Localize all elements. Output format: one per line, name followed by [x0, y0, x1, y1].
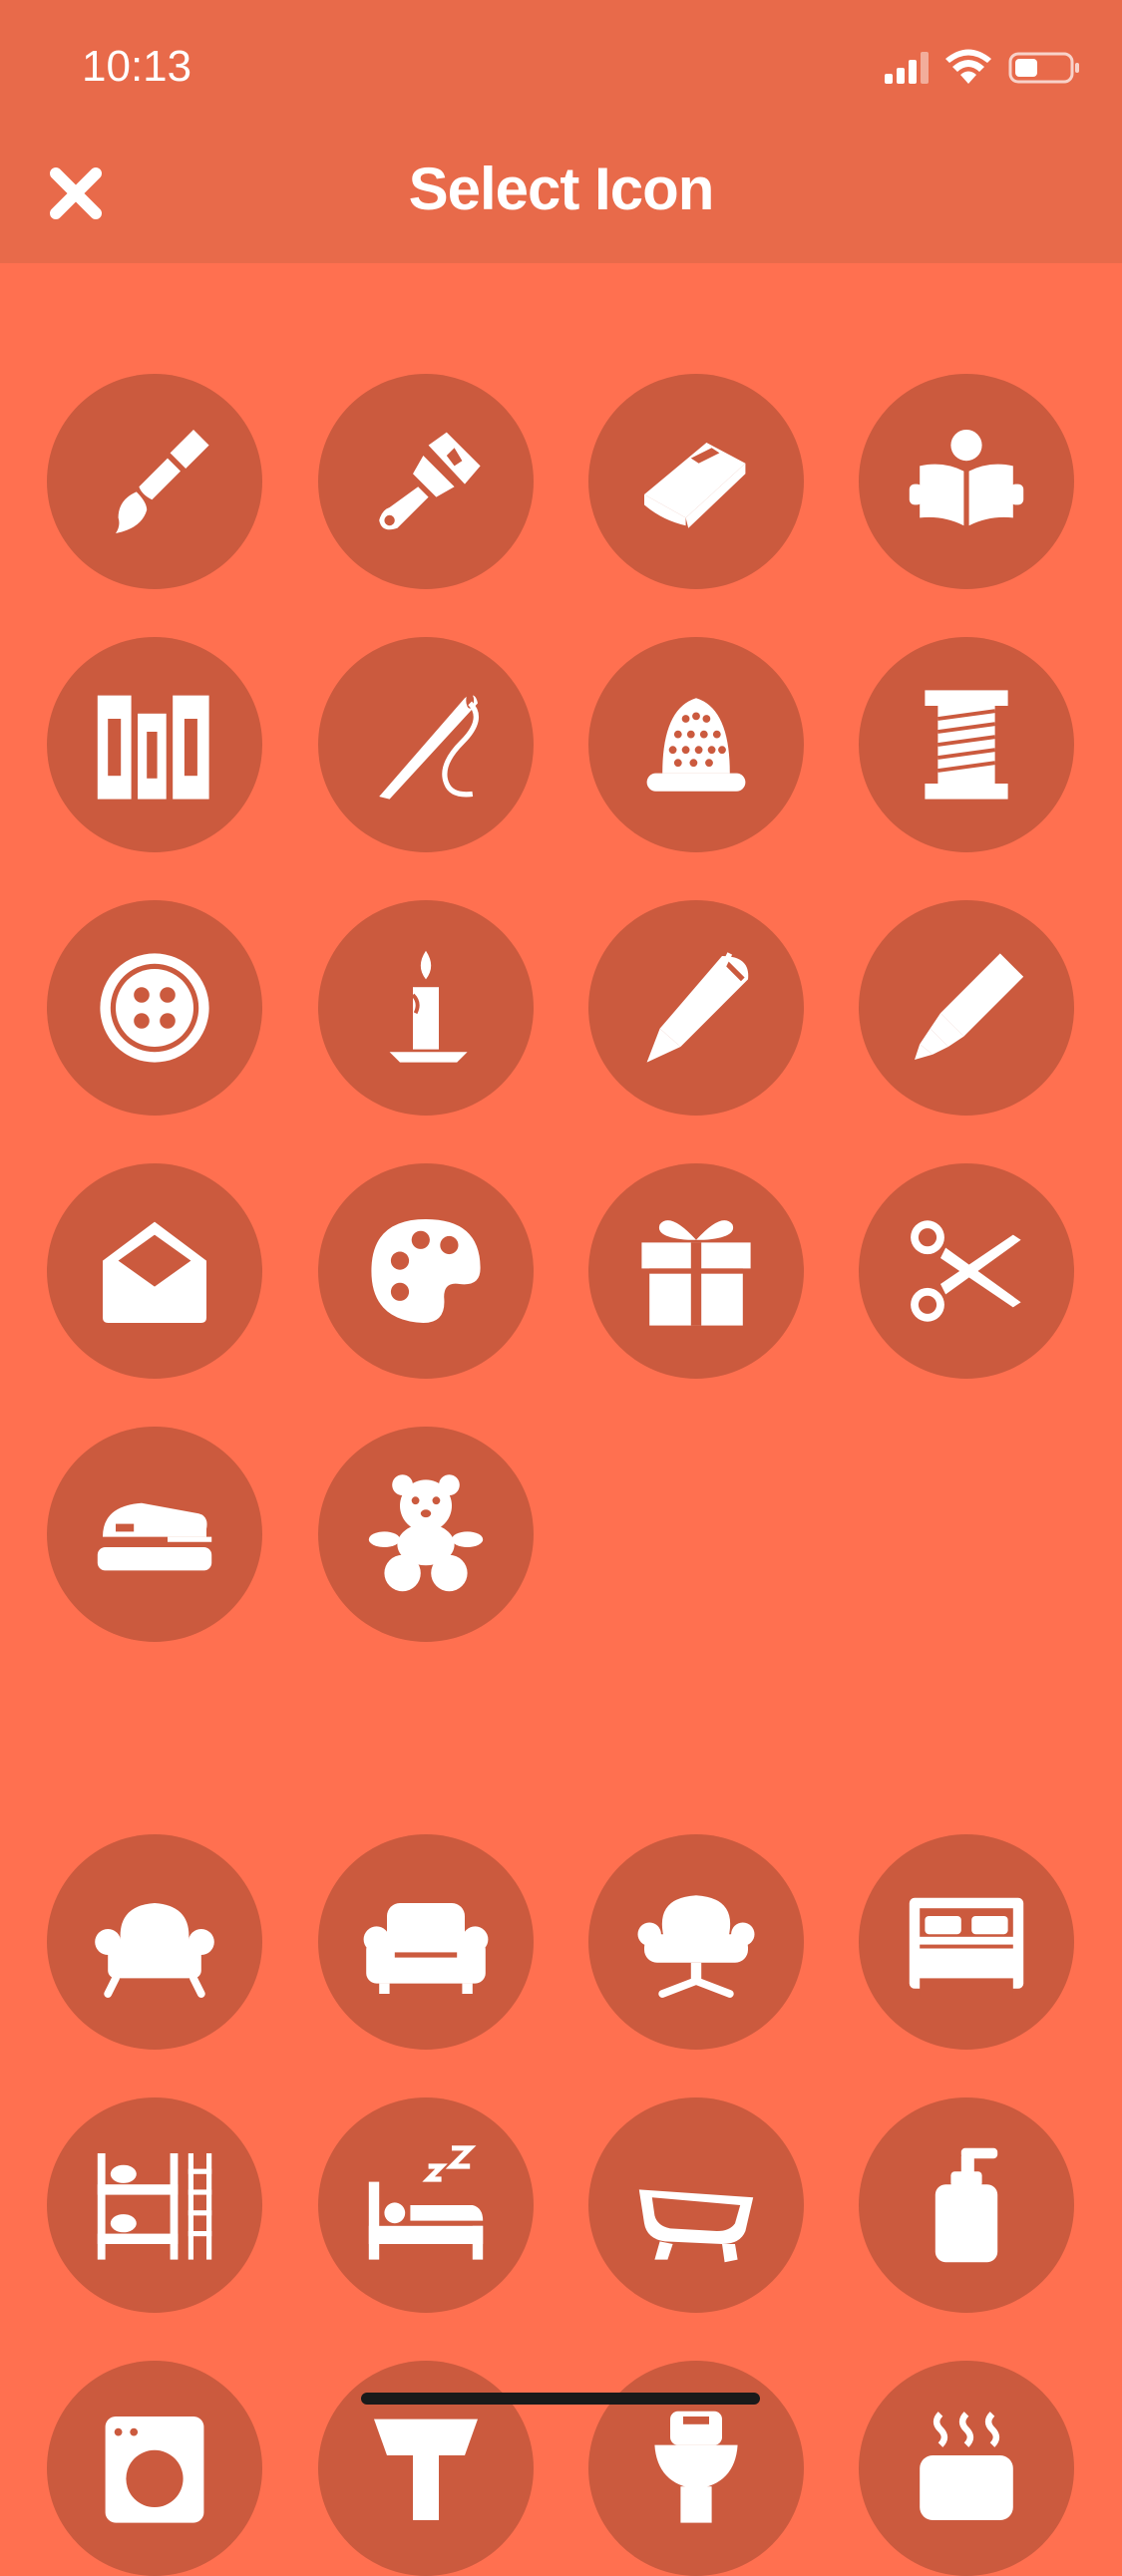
sofa-chair-icon	[363, 1903, 489, 1994]
envelope-icon	[103, 1221, 206, 1323]
page-title: Select Icon	[408, 156, 715, 222]
icon-option-candle[interactable]	[318, 900, 534, 1116]
icon-option-envelope[interactable]	[47, 1163, 262, 1379]
book-icon	[644, 443, 746, 528]
icon-option-swivel-chair[interactable]	[588, 1834, 804, 2050]
pen-icon	[646, 952, 749, 1063]
stapler-icon	[97, 1502, 212, 1571]
needle-thread-icon	[379, 693, 480, 800]
home-indicator[interactable]	[361, 2393, 760, 2405]
icon-option-teddy-bear[interactable]	[318, 1427, 534, 1642]
bathtub-icon	[638, 2189, 754, 2263]
button-icon	[100, 953, 209, 1063]
icon-option-books[interactable]	[47, 637, 262, 852]
icon-option-button[interactable]	[47, 900, 262, 1116]
icon-option-pen[interactable]	[588, 900, 804, 1116]
palette-icon	[371, 1219, 481, 1323]
paint-roller-brush-icon	[379, 432, 481, 530]
icon-option-paint-brush-wide[interactable]	[318, 374, 534, 589]
washing-machine-icon	[105, 2416, 204, 2523]
double-bed-icon	[909, 1897, 1024, 1997]
wifi-icon	[945, 49, 991, 84]
icon-option-palette[interactable]	[318, 1163, 534, 1379]
gift-icon	[641, 1220, 751, 1326]
soap-dispenser-icon	[935, 2147, 998, 2263]
icon-option-soap-dispenser[interactable]	[859, 2097, 1074, 2313]
armchair-icon	[95, 1903, 214, 1998]
scissors-icon	[911, 1220, 1021, 1322]
sink-icon	[374, 2418, 478, 2520]
icon-option-reading[interactable]	[859, 374, 1074, 589]
icon-option-double-bed[interactable]	[859, 1834, 1074, 2050]
icon-option-bunk-bed[interactable]	[47, 2097, 262, 2313]
toilet-icon	[654, 2411, 738, 2523]
swivel-chair-icon	[637, 1895, 755, 1998]
status-time: 10:13	[82, 42, 192, 91]
icon-option-armchair[interactable]	[47, 1834, 262, 2050]
icon-option-needle[interactable]	[318, 637, 534, 852]
steam-icon	[920, 2412, 1013, 2520]
highlighter-icon	[915, 953, 1024, 1060]
paintbrush-icon	[116, 430, 209, 533]
person-reading-icon	[909, 430, 1024, 526]
icon-option-washing-machine[interactable]	[47, 2361, 262, 2576]
icon-option-sleeping[interactable]	[318, 2097, 534, 2313]
icon-option-highlighter[interactable]	[859, 900, 1074, 1116]
candle-icon	[389, 950, 468, 1063]
bunk-bed-icon	[97, 2153, 212, 2260]
status-icons	[883, 48, 1082, 88]
icon-option-gift[interactable]	[588, 1163, 804, 1379]
teddy-bear-icon	[368, 1474, 484, 1592]
icon-option-spool[interactable]	[859, 637, 1074, 852]
icon-option-book[interactable]	[588, 374, 804, 589]
icon-option-scissors[interactable]	[859, 1163, 1074, 1379]
icon-option-sofa-chair[interactable]	[318, 1834, 534, 2050]
cellular-signal-icon	[885, 52, 929, 84]
icon-option-stapler[interactable]	[47, 1427, 262, 1642]
sleeping-bed-icon	[368, 2145, 484, 2260]
books-shelf-icon	[97, 695, 209, 800]
header-bar: 10:13 Select Icon	[0, 0, 1122, 263]
icon-option-paintbrush[interactable]	[47, 374, 262, 589]
battery-icon	[1008, 52, 1079, 84]
thimble-icon	[646, 698, 746, 792]
icon-option-steam[interactable]	[859, 2361, 1074, 2576]
thread-spool-icon	[925, 690, 1008, 800]
icon-option-bathtub[interactable]	[588, 2097, 804, 2313]
icon-option-thimble[interactable]	[588, 637, 804, 852]
